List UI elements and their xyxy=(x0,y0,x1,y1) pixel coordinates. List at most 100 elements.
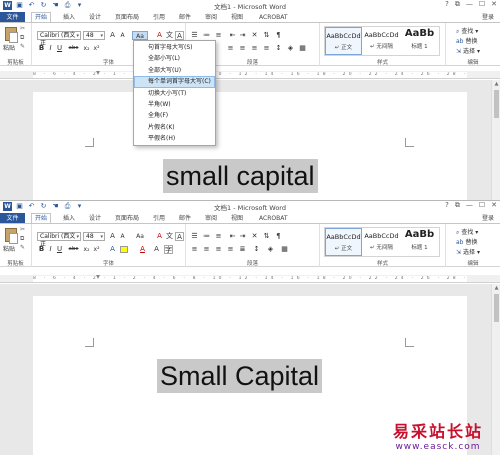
line-spacing-icon[interactable]: ↕ xyxy=(274,44,283,53)
bullets-icon[interactable]: ☰ xyxy=(190,31,199,40)
superscript-button[interactable]: x² xyxy=(92,44,101,53)
scroll-up-icon[interactable]: ▲ xyxy=(492,80,500,88)
style-normal[interactable]: AaBbCcDd ↵ 正文 xyxy=(325,27,362,55)
font-size-select[interactable]: 48 ▾ xyxy=(83,31,105,40)
show-marks-icon[interactable]: ¶ xyxy=(274,232,283,241)
menu-item-full-width[interactable]: 全角(F) xyxy=(134,110,215,121)
style-heading-1[interactable]: AaBb 标题 1 xyxy=(401,228,438,256)
menu-item-sentence-case[interactable]: 句首字母大写(S) xyxy=(134,42,215,53)
style-no-spacing[interactable]: AaBbCcDd ↵ 无间隔 xyxy=(363,27,400,55)
subscript-button[interactable]: x₂ xyxy=(82,44,91,53)
multilevel-list-icon[interactable]: ≡ xyxy=(214,232,223,241)
help-icon[interactable]: ? xyxy=(445,0,449,9)
increase-indent-icon[interactable]: ⇥ xyxy=(238,232,247,241)
indent-marker-icon[interactable] xyxy=(96,71,100,75)
scroll-thumb[interactable] xyxy=(494,90,499,118)
scroll-thumb[interactable] xyxy=(494,294,499,322)
document-page[interactable]: small capital xyxy=(33,92,467,200)
replace-button[interactable]: ab 替换 xyxy=(456,36,478,45)
character-border-icon[interactable]: A xyxy=(175,31,184,40)
menu-item-uppercase[interactable]: 全部大写(U) xyxy=(134,65,215,76)
align-right-icon[interactable]: ≡ xyxy=(214,245,223,254)
align-left-icon[interactable]: ≡ xyxy=(226,44,235,53)
paste-button[interactable]: 粘贴 xyxy=(3,244,15,253)
character-border-icon[interactable]: A xyxy=(175,232,184,241)
subscript-button[interactable]: x₂ xyxy=(82,245,91,254)
justify-icon[interactable]: ≡ xyxy=(262,44,271,53)
strikethrough-button[interactable]: abc xyxy=(67,245,80,254)
superscript-button[interactable]: x² xyxy=(92,245,101,254)
copy-icon[interactable]: ⧉ xyxy=(20,236,27,242)
character-shading-icon[interactable]: A xyxy=(152,245,161,254)
decrease-indent-icon[interactable]: ⇤ xyxy=(228,232,237,241)
shading-icon[interactable]: ◈ xyxy=(266,245,275,254)
font-size-select[interactable]: 48 ▾ xyxy=(83,232,105,241)
grow-font-icon[interactable]: A xyxy=(108,31,117,40)
font-family-select[interactable]: Calibri (西文正 ▾ xyxy=(37,31,81,47)
bullets-icon[interactable]: ☰ xyxy=(190,232,199,241)
distribute-icon[interactable]: ≣ xyxy=(238,245,247,254)
cut-icon[interactable]: ✂ xyxy=(20,227,27,233)
chinese-layout-icon[interactable]: ✕ xyxy=(250,31,259,40)
change-case-button[interactable]: Aa xyxy=(132,31,148,40)
phonetic-guide-icon[interactable]: 文 xyxy=(165,31,174,40)
style-normal[interactable]: AaBbCcDd ↵ 正文 xyxy=(325,228,362,256)
clear-formatting-icon[interactable]: A xyxy=(155,31,164,40)
find-button[interactable]: ⌕ 查找 ▾ xyxy=(456,26,478,36)
phonetic-guide-icon[interactable]: 文 xyxy=(165,232,174,241)
text-effects-icon[interactable]: A xyxy=(108,245,117,254)
highlight-color-icon[interactable] xyxy=(120,246,128,253)
shrink-font-icon[interactable]: A xyxy=(118,31,127,40)
find-button[interactable]: ⌕ 查找 ▾ xyxy=(456,227,478,237)
shading-icon[interactable]: ◈ xyxy=(286,44,295,53)
clear-formatting-icon[interactable]: A xyxy=(155,232,164,241)
select-button[interactable]: ⇲ 选择 ▾ xyxy=(456,247,480,256)
menu-item-hiragana[interactable]: 平假名(H) xyxy=(134,133,215,144)
font-color-icon[interactable]: A xyxy=(138,245,147,254)
change-case-button[interactable]: Aa xyxy=(132,232,148,241)
style-heading-1[interactable]: AaBb 标题 1 xyxy=(401,27,438,55)
select-button[interactable]: ⇲ 选择 ▾ xyxy=(456,46,480,55)
selected-text-before[interactable]: small capital xyxy=(163,159,318,193)
menu-item-capitalize-each-word[interactable]: 每个单词首字母大写(C) xyxy=(134,76,215,88)
decrease-indent-icon[interactable]: ⇤ xyxy=(228,31,237,40)
help-icon[interactable]: ? xyxy=(445,201,449,210)
shrink-font-icon[interactable]: A xyxy=(118,232,127,241)
cut-icon[interactable]: ✂ xyxy=(20,26,27,32)
sort-icon[interactable]: ⇅ xyxy=(262,232,271,241)
style-no-spacing[interactable]: AaBbCcDd ↵ 无间隔 xyxy=(363,228,400,256)
numbering-icon[interactable]: ≔ xyxy=(202,232,211,241)
multilevel-list-icon[interactable]: ≡ xyxy=(214,31,223,40)
font-family-select[interactable]: Calibri (西文正 ▾ xyxy=(37,232,81,248)
ribbon-display-icon[interactable]: ⧉ xyxy=(455,201,460,210)
underline-button[interactable]: U xyxy=(55,44,64,53)
italic-button[interactable]: I xyxy=(46,245,55,254)
copy-icon[interactable]: ⧉ xyxy=(20,35,27,41)
underline-button[interactable]: U xyxy=(55,245,64,254)
numbering-icon[interactable]: ≔ xyxy=(202,31,211,40)
grow-font-icon[interactable]: A xyxy=(108,232,117,241)
strikethrough-button[interactable]: abc xyxy=(67,44,80,53)
indent-marker-icon[interactable] xyxy=(96,275,100,279)
vertical-scrollbar[interactable]: ▲ xyxy=(491,80,500,200)
justify-icon[interactable]: ≡ xyxy=(226,245,235,254)
sort-icon[interactable]: ⇅ xyxy=(262,31,271,40)
paste-button[interactable]: 粘贴 xyxy=(3,43,15,52)
minimize-icon[interactable]: — xyxy=(466,0,473,9)
close-icon[interactable]: ✕ xyxy=(491,0,497,9)
align-left-icon[interactable]: ≡ xyxy=(190,245,199,254)
show-marks-icon[interactable]: ¶ xyxy=(274,31,283,40)
ribbon-display-icon[interactable]: ⧉ xyxy=(455,0,460,9)
align-center-icon[interactable]: ≡ xyxy=(202,245,211,254)
bold-button[interactable]: B xyxy=(37,245,46,254)
selected-text-after[interactable]: Small Capital xyxy=(157,359,323,393)
bold-button[interactable]: B xyxy=(37,44,46,53)
maximize-icon[interactable]: ☐ xyxy=(479,0,485,9)
align-center-icon[interactable]: ≡ xyxy=(238,44,247,53)
increase-indent-icon[interactable]: ⇥ xyxy=(238,31,247,40)
menu-item-katakana[interactable]: 片假名(K) xyxy=(134,122,215,133)
borders-icon[interactable]: ▦ xyxy=(298,44,307,53)
align-right-icon[interactable]: ≡ xyxy=(250,44,259,53)
enclose-characters-icon[interactable]: 字 xyxy=(164,245,173,254)
menu-item-half-width[interactable]: 半角(W) xyxy=(134,99,215,110)
